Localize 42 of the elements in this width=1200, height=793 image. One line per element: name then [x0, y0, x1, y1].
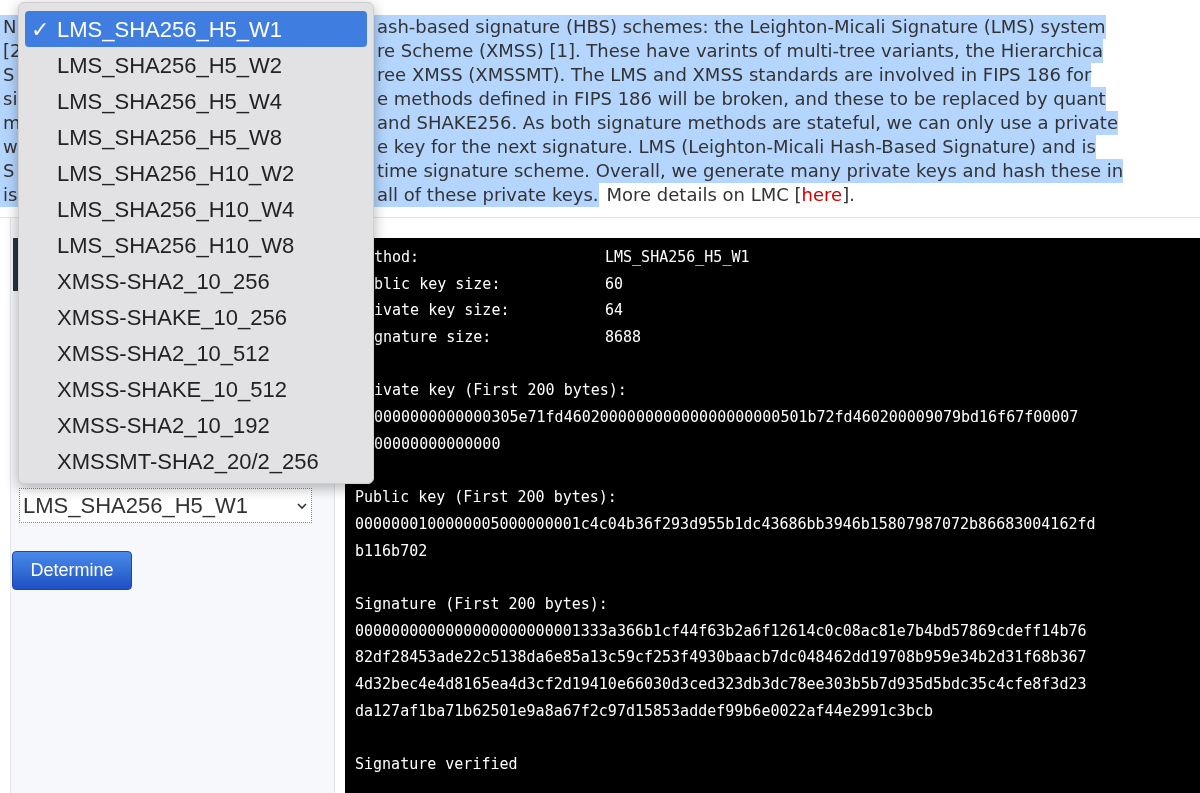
console-line: Signature verified	[355, 755, 518, 774]
dropdown-option[interactable]: ✓ LMS_SHA256_H5_W1	[25, 11, 367, 47]
console-label: blic key size:	[374, 273, 502, 295]
console-line: 82df28453ade22c5138da6e85a13c59cf253f4930baacb7dc048462dd19708b959e34b2d31f68b367	[355, 648, 1087, 667]
determine-button[interactable]: Determine	[12, 551, 132, 590]
dropdown-option[interactable]: XMSS-SHAKE_10_256	[25, 299, 367, 335]
console-line: 0000000000000305e71fd460200000000000000000000501b72fd460200009079bd16f67f00007	[374, 408, 1079, 427]
console-label: ivate key size:	[374, 300, 511, 322]
paragraph-text: More details on LMC [	[606, 183, 802, 207]
console-line: 4d32bec4e4d8165ea4d3cf2d19410e66030d3ced323db3dc78ee303b5b7d935d5bdc35c4cfe8f3d23	[355, 675, 1087, 693]
paragraph-text: re Scheme (XMSS) [1]. These have varints of multi-tree variants, the Hierarchica	[377, 39, 1103, 63]
console-value: 60	[605, 273, 624, 295]
dropdown-option[interactable]: XMSSMT-SHA2_20/2_256	[25, 443, 367, 479]
dropdown-option[interactable]: LMS_SHA256_H10_W8	[25, 227, 367, 263]
console-value: 64	[605, 300, 624, 322]
console-value: 8688	[605, 327, 642, 349]
chevron-icon	[296, 501, 308, 510]
paragraph-text: ].	[842, 183, 855, 207]
dropdown-option[interactable]: XMSS-SHA2_10_256	[25, 263, 367, 299]
console-line: 00000000000000	[374, 434, 501, 453]
console-value: LMS_SHA256_H5_W1	[605, 247, 750, 268]
console-line: 0000000100000005000000001c4c04b36f293d955b1dc43686bb3946b15807987072b86683004162fd	[355, 514, 1096, 533]
paragraph-text: time signature scheme. Overall, we generate many private keys and hash these in	[377, 159, 1124, 183]
console-label: thod:	[374, 247, 421, 268]
dropdown-option[interactable]: XMSS-SHA2_10_512	[25, 335, 367, 371]
paragraph-text: e methods defined in FIPS 186 will be broken, and these to be replaced by quant	[377, 87, 1106, 111]
paragraph-text: and SHAKE256. As both signature methods are stateful, we can only use a private	[377, 111, 1118, 135]
here-link[interactable]: here	[801, 183, 843, 207]
console-line: b116b702	[355, 541, 428, 560]
paragraph-text: all of these private keys.	[377, 183, 599, 207]
console-line: da127af1ba71b62501e9a8a67f2c97d15853addef99b6e0022af44e2991c3bcb	[355, 701, 933, 720]
method-select[interactable]: LMS_SHA256_H5_W1	[19, 488, 312, 523]
paragraph-text: ree XMSS (XMSSMT). The LMS and XMSS standards are involved in FIPS 186 for	[377, 63, 1092, 87]
dropdown-option[interactable]: XMSS-SHAKE_10_512	[25, 371, 367, 407]
console-line: Signature (First 200 bytes):	[355, 594, 608, 613]
console-line: ivate key (First 200 bytes):	[374, 381, 627, 400]
console-label: gnature size:	[374, 327, 493, 349]
paragraph-text: ash-based signature (HBS) schemes: the Leighton-Micali Signature (LMS) system	[377, 15, 1106, 39]
dropdown-option[interactable]: XMSS-SHA2_10_192	[25, 407, 367, 443]
console-line: Public key (First 200 bytes):	[355, 488, 617, 507]
console-line: 0000000000000000000000001333a366b1cf44f63b2a6f12614c0c08ac81e7b4bd57869cdeff14b76	[355, 621, 1087, 640]
paragraph-text: e key for the next signature. LMS (Leighton-Micali Hash-Based Signature) and is	[377, 135, 1096, 159]
